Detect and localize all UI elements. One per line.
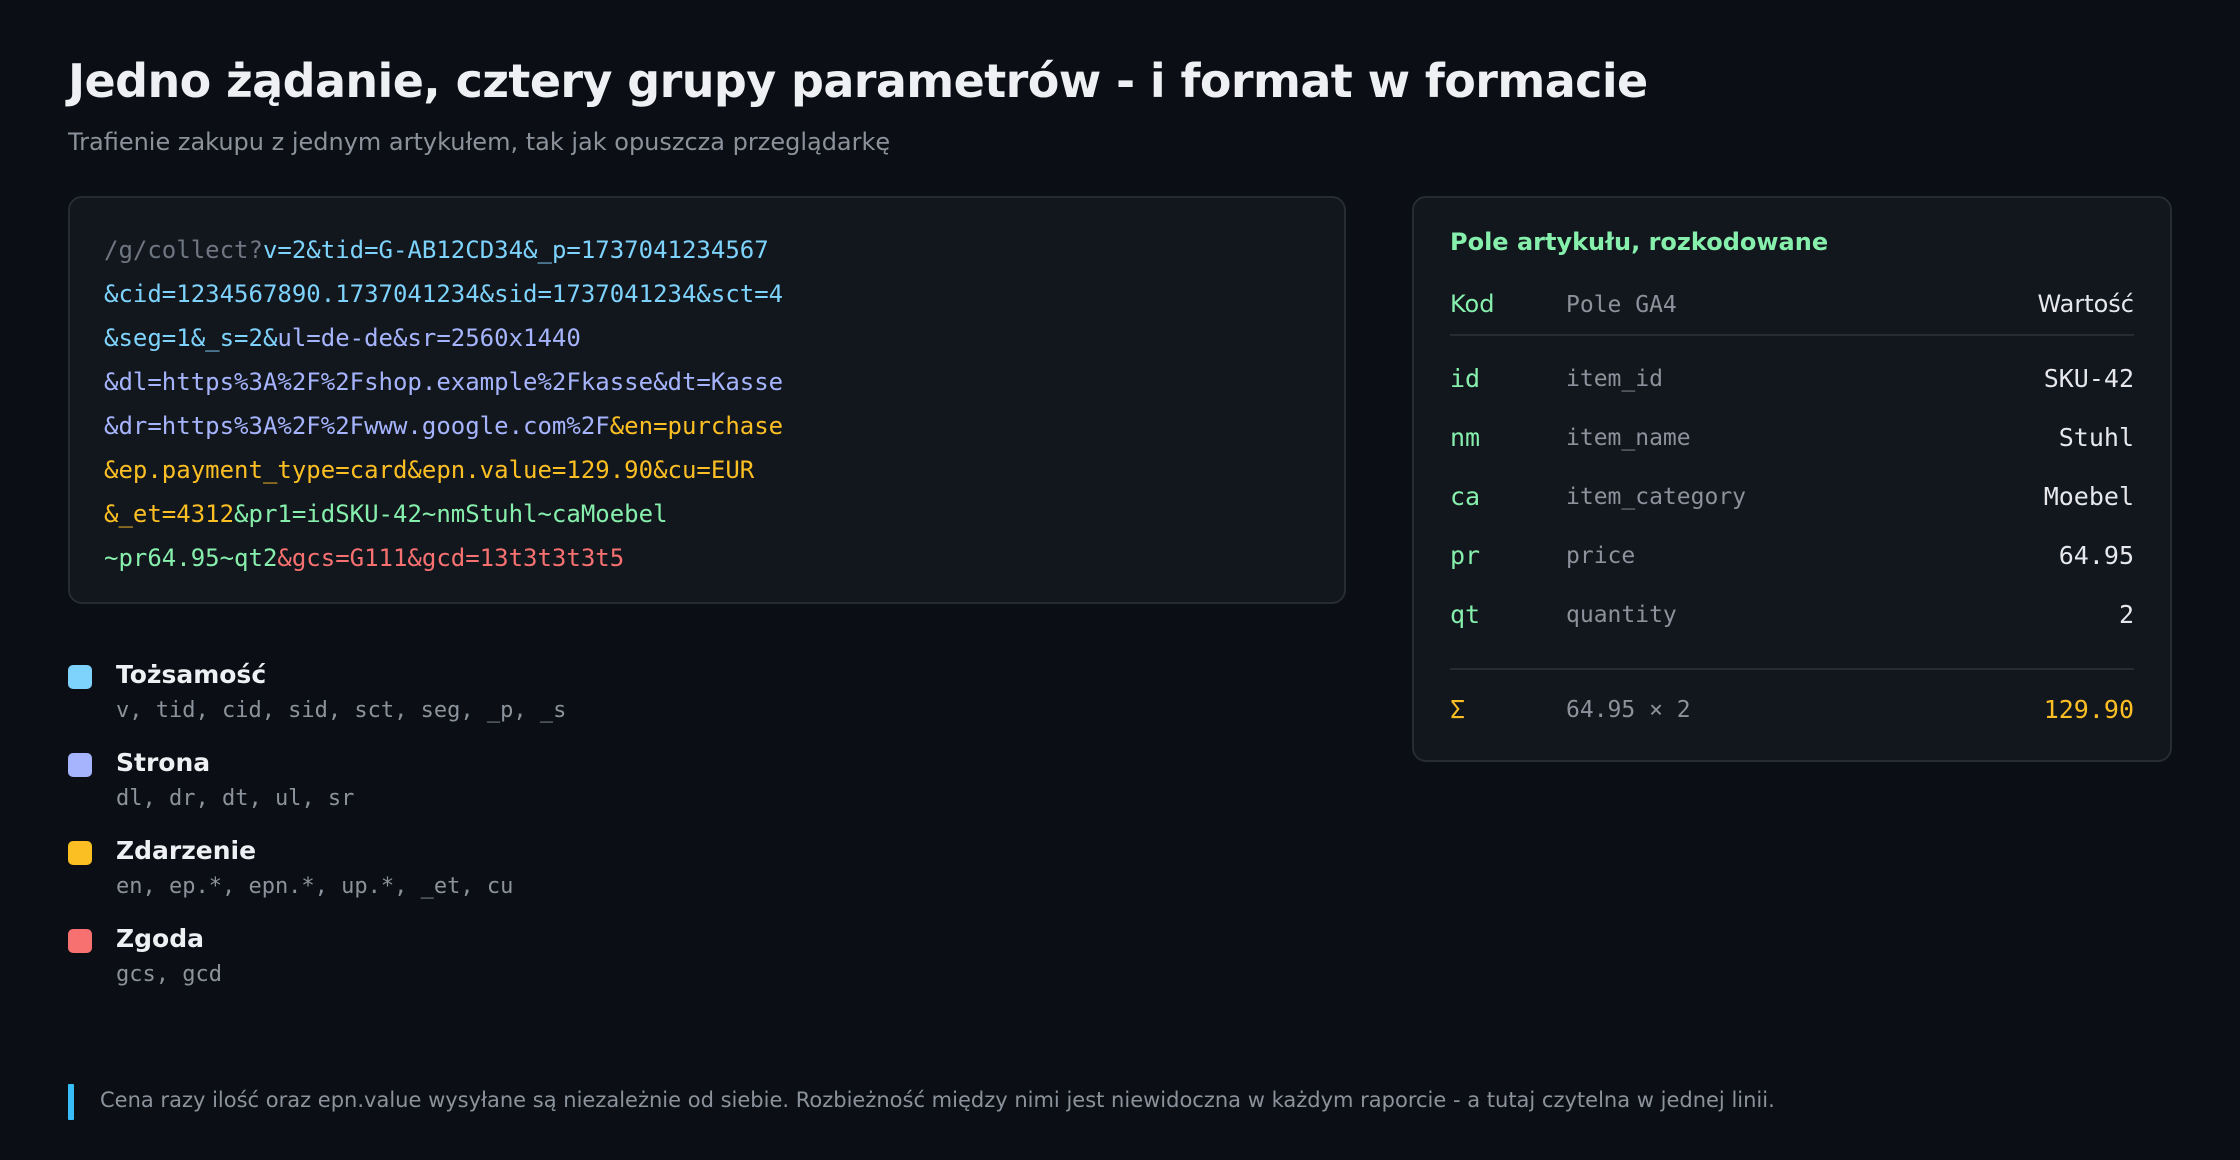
url-segment-consent: &gcs=G111&gcd=13t3t3t3t5: [277, 544, 625, 572]
row-code: pr: [1450, 541, 1481, 570]
url-line: &_et=4312&pr1=idSKU-42~nmStuhl~caMoebel: [104, 492, 1310, 536]
column-header-field: Pole GA4: [1566, 292, 1677, 318]
table-header-row: Kod Pole GA4 Wartość: [1450, 290, 2134, 330]
table-row: id item_id SKU-42: [1450, 364, 2134, 404]
legend-swatch-page: [68, 753, 92, 777]
url-segment-event: &en=purchase: [609, 412, 784, 440]
row-code: ca: [1450, 482, 1481, 511]
row-value: 64.95: [2058, 541, 2134, 570]
legend-params: v, tid, cid, sid, sct, seg, _p, _s: [116, 698, 567, 723]
table-row: qt quantity 2: [1450, 600, 2134, 640]
column-header-value: Wartość: [2037, 290, 2134, 318]
request-url-box: /g/collect?v=2&tid=G-AB12CD34&_p=1737041…: [68, 196, 1346, 604]
url-segment-item: ~pr64.95~qt2: [104, 544, 278, 572]
url-line: &ep.payment_type=card&epn.value=129.90&c…: [104, 448, 1310, 492]
legend-name: Tożsamość: [116, 660, 267, 689]
legend-params: dl, dr, dt, ul, sr: [116, 786, 355, 811]
page-title: Jedno żądanie, cztery grupy parametrów -…: [68, 54, 1648, 108]
sigma-icon: Σ: [1450, 695, 1466, 724]
row-code: id: [1450, 364, 1481, 393]
table-row: nm item_name Stuhl: [1450, 423, 2134, 463]
url-segment-page: &dr=https%3A%2F%2Fwww.google.com%2F: [104, 412, 610, 440]
url-segment-path: /g/collect?: [104, 236, 263, 264]
legend-swatch-event: [68, 841, 92, 865]
row-code: nm: [1450, 423, 1481, 452]
row-field: item_id: [1566, 366, 1663, 392]
row-field: quantity: [1566, 602, 1677, 628]
url-segment-page: &dl=https%3A%2F%2Fshop.example%2Fkasse&d…: [104, 368, 784, 396]
item-field-decode-panel: Pole artykułu, rozkodowane Kod Pole GA4 …: [1412, 196, 2172, 762]
row-field: price: [1566, 543, 1636, 569]
legend-swatch-consent: [68, 929, 92, 953]
url-segment-page: ul=de-de&sr=2560x1440: [277, 324, 581, 352]
footnote: Cena razy ilość oraz epn.value wysyłane …: [100, 1088, 1775, 1112]
url-line: &seg=1&_s=2&ul=de-de&sr=2560x1440: [104, 316, 1310, 360]
url-segment-id: &cid=1234567890.1737041234&sid=173704123…: [104, 280, 784, 308]
legend-name: Zdarzenie: [116, 836, 257, 865]
row-value: Stuhl: [2058, 423, 2134, 452]
url-line: /g/collect?v=2&tid=G-AB12CD34&_p=1737041…: [104, 228, 1310, 272]
url-segment-id: &seg=1&_s=2&: [104, 324, 278, 352]
url-segment-item: &pr1=idSKU-42~nmStuhl~caMoebel: [234, 500, 668, 528]
sum-value: 129.90: [2043, 695, 2134, 724]
row-value: 2: [2118, 600, 2134, 629]
legend-params: en, ep.*, epn.*, up.*, _et, cu: [116, 874, 514, 899]
row-value: SKU-42: [2043, 364, 2134, 393]
note-accent-bar: [68, 1084, 74, 1120]
header-divider: [1450, 334, 2134, 336]
url-segment-event: &_et=4312: [104, 500, 235, 528]
table-row: pr price 64.95: [1450, 541, 2134, 581]
url-line: ~pr64.95~qt2&gcs=G111&gcd=13t3t3t3t5: [104, 536, 1310, 580]
legend-name: Zgoda: [116, 924, 204, 953]
row-field: item_name: [1566, 425, 1691, 451]
url-segment-event: &ep.payment_type=card&epn.value=129.90&c…: [104, 456, 755, 484]
legend-swatch-identity: [68, 665, 92, 689]
panel-title: Pole artykułu, rozkodowane: [1450, 228, 1829, 256]
url-line: &cid=1234567890.1737041234&sid=173704123…: [104, 272, 1310, 316]
sum-formula: 64.95 × 2: [1566, 697, 1691, 723]
sum-divider: [1450, 668, 2134, 670]
legend-params: gcs, gcd: [116, 962, 222, 987]
url-segment-id: v=2&tid=G-AB12CD34&_p=1737041234567: [262, 236, 769, 264]
table-row: ca item_category Moebel: [1450, 482, 2134, 522]
url-line: &dr=https%3A%2F%2Fwww.google.com%2F&en=p…: [104, 404, 1310, 448]
row-value: Moebel: [2043, 482, 2134, 511]
row-field: item_category: [1566, 484, 1747, 510]
page-subtitle: Trafienie zakupu z jednym artykułem, tak…: [68, 128, 891, 156]
column-header-code: Kod: [1450, 290, 1495, 318]
sum-row: Σ 64.95 × 2 129.90: [1450, 695, 2134, 735]
url-line: &dl=https%3A%2F%2Fshop.example%2Fkasse&d…: [104, 360, 1310, 404]
legend-name: Strona: [116, 748, 211, 777]
row-code: qt: [1450, 600, 1481, 629]
